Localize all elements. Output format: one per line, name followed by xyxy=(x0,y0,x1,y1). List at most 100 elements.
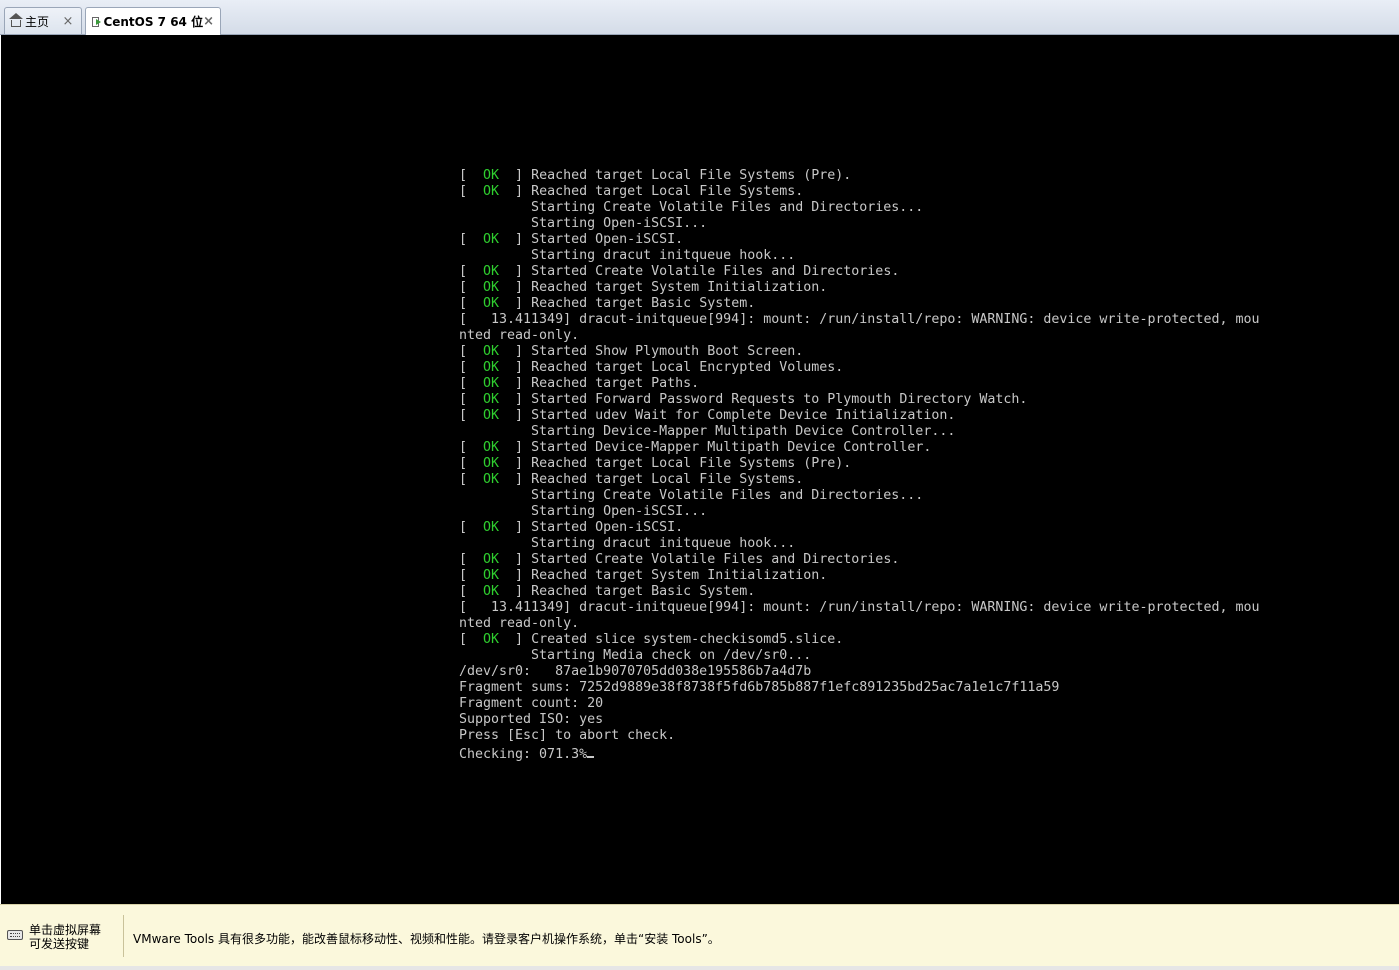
console-line: [ OK ] Reached target Local File Systems… xyxy=(459,184,804,199)
console-line-text: Starting Open-iSCSI... xyxy=(459,504,708,519)
vm-icon xyxy=(92,16,102,27)
console-line: Starting Media check on /dev/sr0... xyxy=(459,648,1260,664)
console-line: Fragment sums: 7252d9889e38f8738f5fd6b78… xyxy=(459,680,1260,696)
console-line: [ OK ] Reached target Local File Systems… xyxy=(459,472,804,487)
console-line: [ OK ] Reached target Local File Systems… xyxy=(459,168,852,183)
ok-status: OK xyxy=(483,392,500,407)
console-line-text: Started Open-iSCSI. xyxy=(531,520,684,535)
console-line: Checking: 071.3% xyxy=(459,744,1260,762)
send-keys-hint-line2: 可发送按键 xyxy=(29,937,90,951)
console-line: nted read-only. xyxy=(459,616,1260,632)
console-line: nted read-only. xyxy=(459,328,1260,344)
ok-status: OK xyxy=(483,184,500,199)
ok-status: OK xyxy=(483,456,500,471)
keyboard-icon xyxy=(7,930,23,940)
console-line: [ OK ] Reached target Basic System. xyxy=(459,296,756,311)
console-line: Supported ISO: yes xyxy=(459,712,1260,728)
console-line-text: Started Open-iSCSI. xyxy=(531,232,684,247)
console-line-text: Started Show Plymouth Boot Screen. xyxy=(531,344,804,359)
console-line-text: Reached target Basic System. xyxy=(531,584,756,599)
console-line-text: Fragment count: 20 xyxy=(459,696,604,711)
tab-home[interactable]: 主页 × xyxy=(4,7,82,34)
console-line: [ OK ] Started Show Plymouth Boot Screen… xyxy=(459,344,804,359)
console-line: Starting Create Volatile Files and Direc… xyxy=(459,488,1260,504)
console-line-text: Started Create Volatile Files and Direct… xyxy=(531,264,900,279)
console-line: Starting Open-iSCSI... xyxy=(459,504,1260,520)
console-line-text: Starting Create Volatile Files and Direc… xyxy=(459,200,924,215)
tab-centos[interactable]: CentOS 7 64 位 × xyxy=(85,7,221,35)
console-line: [ OK ] Reached target Basic System. xyxy=(459,584,756,599)
console-line-text: Started Forward Password Requests to Ply… xyxy=(531,392,1028,407)
close-icon[interactable]: × xyxy=(61,14,75,29)
console-line: [ OK ] Created slice system-checkisomd5.… xyxy=(459,632,844,647)
console-line: [ OK ] Started Open-iSCSI. xyxy=(459,232,684,247)
console-line-text: Reached target Local File Systems (Pre). xyxy=(531,456,852,471)
console-line: /dev/sr0: 87ae1b9070705dd038e195586b7a4d… xyxy=(459,664,1260,680)
console-line: Starting Device-Mapper Multipath Device … xyxy=(459,424,1260,440)
console-line-text: Reached target Basic System. xyxy=(531,296,756,311)
ok-status: OK xyxy=(483,376,500,391)
console-line: [ OK ] Started Forward Password Requests… xyxy=(459,392,1028,407)
home-icon xyxy=(9,13,23,27)
ok-status: OK xyxy=(483,632,500,647)
ok-status: OK xyxy=(483,520,500,535)
ok-status: OK xyxy=(483,552,500,567)
console-line-text: Press [Esc] to abort check. xyxy=(459,728,676,743)
console-line: Starting dracut initqueue hook... xyxy=(459,248,1260,264)
console-line-text: Reached target Paths. xyxy=(531,376,700,391)
ok-status: OK xyxy=(483,472,500,487)
console-line: [ 13.411349] dracut-initqueue[994]: moun… xyxy=(459,312,1260,328)
console-line-text: Starting Create Volatile Files and Direc… xyxy=(459,488,924,503)
ok-status: OK xyxy=(483,344,500,359)
console-line-text: Reached target Local File Systems. xyxy=(531,184,804,199)
console-line: [ OK ] Started Create Volatile Files and… xyxy=(459,552,900,567)
send-keys-hint-line1: 单击虚拟屏幕 xyxy=(29,923,102,937)
console-line: Starting dracut initqueue hook... xyxy=(459,536,1260,552)
ok-status: OK xyxy=(483,360,500,375)
console-line: [ OK ] Reached target System Initializat… xyxy=(459,280,828,295)
console-line: Press [Esc] to abort check. xyxy=(459,728,1260,744)
console-line: [ OK ] Started udev Wait for Complete De… xyxy=(459,408,956,423)
vm-console-screen[interactable]: [ OK ] Reached target Local File Systems… xyxy=(1,35,1399,904)
divider xyxy=(123,915,124,957)
console-line-text: Reached target Local Encrypted Volumes. xyxy=(531,360,844,375)
ok-status: OK xyxy=(483,568,500,583)
console-line: [ OK ] Reached target Local Encrypted Vo… xyxy=(459,360,844,375)
console-line-text: Started Device-Mapper Multipath Device C… xyxy=(531,440,932,455)
console-line: [ OK ] Started Device-Mapper Multipath D… xyxy=(459,440,932,455)
console-line: Starting Create Volatile Files and Direc… xyxy=(459,200,1260,216)
console-output: [ OK ] Reached target Local File Systems… xyxy=(459,168,1260,762)
console-line-text: /dev/sr0: 87ae1b9070705dd038e195586b7a4d… xyxy=(459,664,812,679)
console-line: Fragment count: 20 xyxy=(459,696,1260,712)
console-line-text: Reached target Local File Systems. xyxy=(531,472,804,487)
ok-status: OK xyxy=(483,296,500,311)
close-icon[interactable]: × xyxy=(203,14,214,29)
console-line-text: nted read-only. xyxy=(459,328,580,343)
send-keys-hint[interactable]: 单击虚拟屏幕 可发送按键 xyxy=(29,923,101,951)
vmware-tools-message: VMware Tools 具有很多功能，能改善鼠标移动性、视频和性能。请登录客户… xyxy=(133,932,720,946)
ok-status: OK xyxy=(483,232,500,247)
console-line-text: Starting Open-iSCSI... xyxy=(459,216,708,231)
console-line-text: Reached target System Initialization. xyxy=(531,280,828,295)
ok-status: OK xyxy=(483,280,500,295)
console-line: [ OK ] Reached target System Initializat… xyxy=(459,568,828,583)
console-line-text: nted read-only. xyxy=(459,616,580,631)
console-line: [ OK ] Reached target Paths. xyxy=(459,376,700,391)
console-line-text: Starting Media check on /dev/sr0... xyxy=(459,648,812,663)
vmware-tools-notice-bar: 单击虚拟屏幕 可发送按键 VMware Tools 具有很多功能，能改善鼠标移动… xyxy=(0,904,1399,966)
console-line: [ OK ] Reached target Local File Systems… xyxy=(459,456,852,471)
status-bar xyxy=(0,966,1399,970)
ok-status: OK xyxy=(483,264,500,279)
console-line-text: [ 13.411349] dracut-initqueue[994]: moun… xyxy=(459,312,1260,327)
console-line-text: Started Create Volatile Files and Direct… xyxy=(531,552,900,567)
console-line: [ OK ] Started Create Volatile Files and… xyxy=(459,264,900,279)
console-line-text: [ 13.411349] dracut-initqueue[994]: moun… xyxy=(459,600,1260,615)
tab-home-label: 主页 xyxy=(25,14,50,29)
ok-status: OK xyxy=(483,408,500,423)
tab-bar: 主页 × CentOS 7 64 位 × xyxy=(0,0,1399,35)
console-line: Starting Open-iSCSI... xyxy=(459,216,1260,232)
ok-status: OK xyxy=(483,168,500,183)
text-cursor xyxy=(587,744,595,758)
ok-status: OK xyxy=(483,584,500,599)
console-line-text: Checking: 071.3% xyxy=(459,747,588,762)
